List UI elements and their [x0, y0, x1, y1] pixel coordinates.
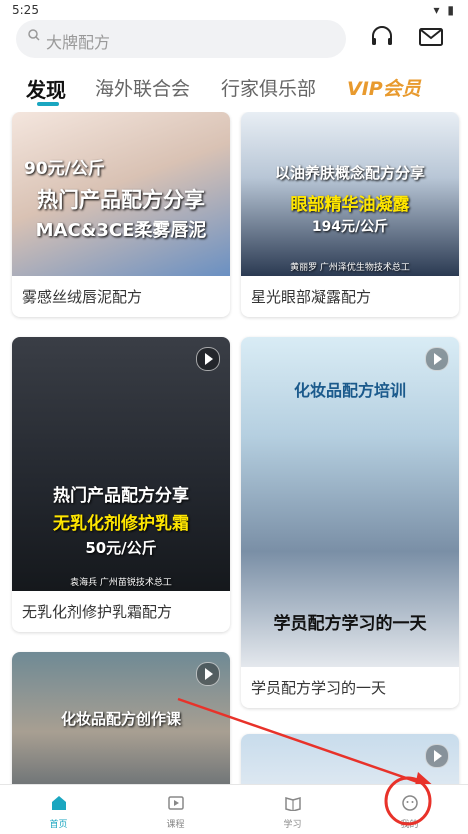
top-tabs: 发现 海外联合会 行家俱乐部 VIP会员: [0, 66, 468, 110]
status-time: 5:25: [12, 3, 39, 17]
tab-overseas[interactable]: 海外联合会: [95, 74, 190, 101]
home-icon: [0, 795, 117, 815]
tab-vip[interactable]: VIP会员: [347, 74, 421, 101]
annotation-circle: [384, 776, 432, 826]
nav-label: 课程: [166, 820, 185, 830]
message-icon[interactable]: [416, 24, 446, 54]
customer-service-icon[interactable]: [367, 24, 397, 54]
search-icon: [28, 29, 40, 45]
annotation-arrow: [177, 697, 432, 784]
nav-learning[interactable]: 学习: [234, 785, 351, 834]
nav-home[interactable]: 首页: [0, 785, 117, 834]
content-feed: 90元/公斤 热门产品配方分享 MAC&3CE柔雾唇泥 雾感丝绒唇泥配方 以油养…: [0, 112, 468, 784]
header: 大牌配方: [0, 20, 468, 60]
nav-label: 学习: [283, 820, 302, 830]
nav-courses[interactable]: 课程: [117, 785, 234, 834]
status-icons: ▾ ▮: [433, 3, 456, 17]
tab-experts[interactable]: 行家俱乐部: [221, 74, 316, 101]
search-placeholder: 大牌配方: [46, 33, 111, 52]
search-input[interactable]: 大牌配方: [16, 20, 346, 58]
tab-active-indicator: [37, 102, 59, 106]
video-icon: [117, 795, 234, 815]
tab-discover[interactable]: 发现: [26, 74, 66, 103]
book-icon: [234, 795, 351, 815]
status-bar: 5:25 ▾ ▮: [0, 0, 468, 20]
nav-label: 首页: [49, 820, 68, 830]
